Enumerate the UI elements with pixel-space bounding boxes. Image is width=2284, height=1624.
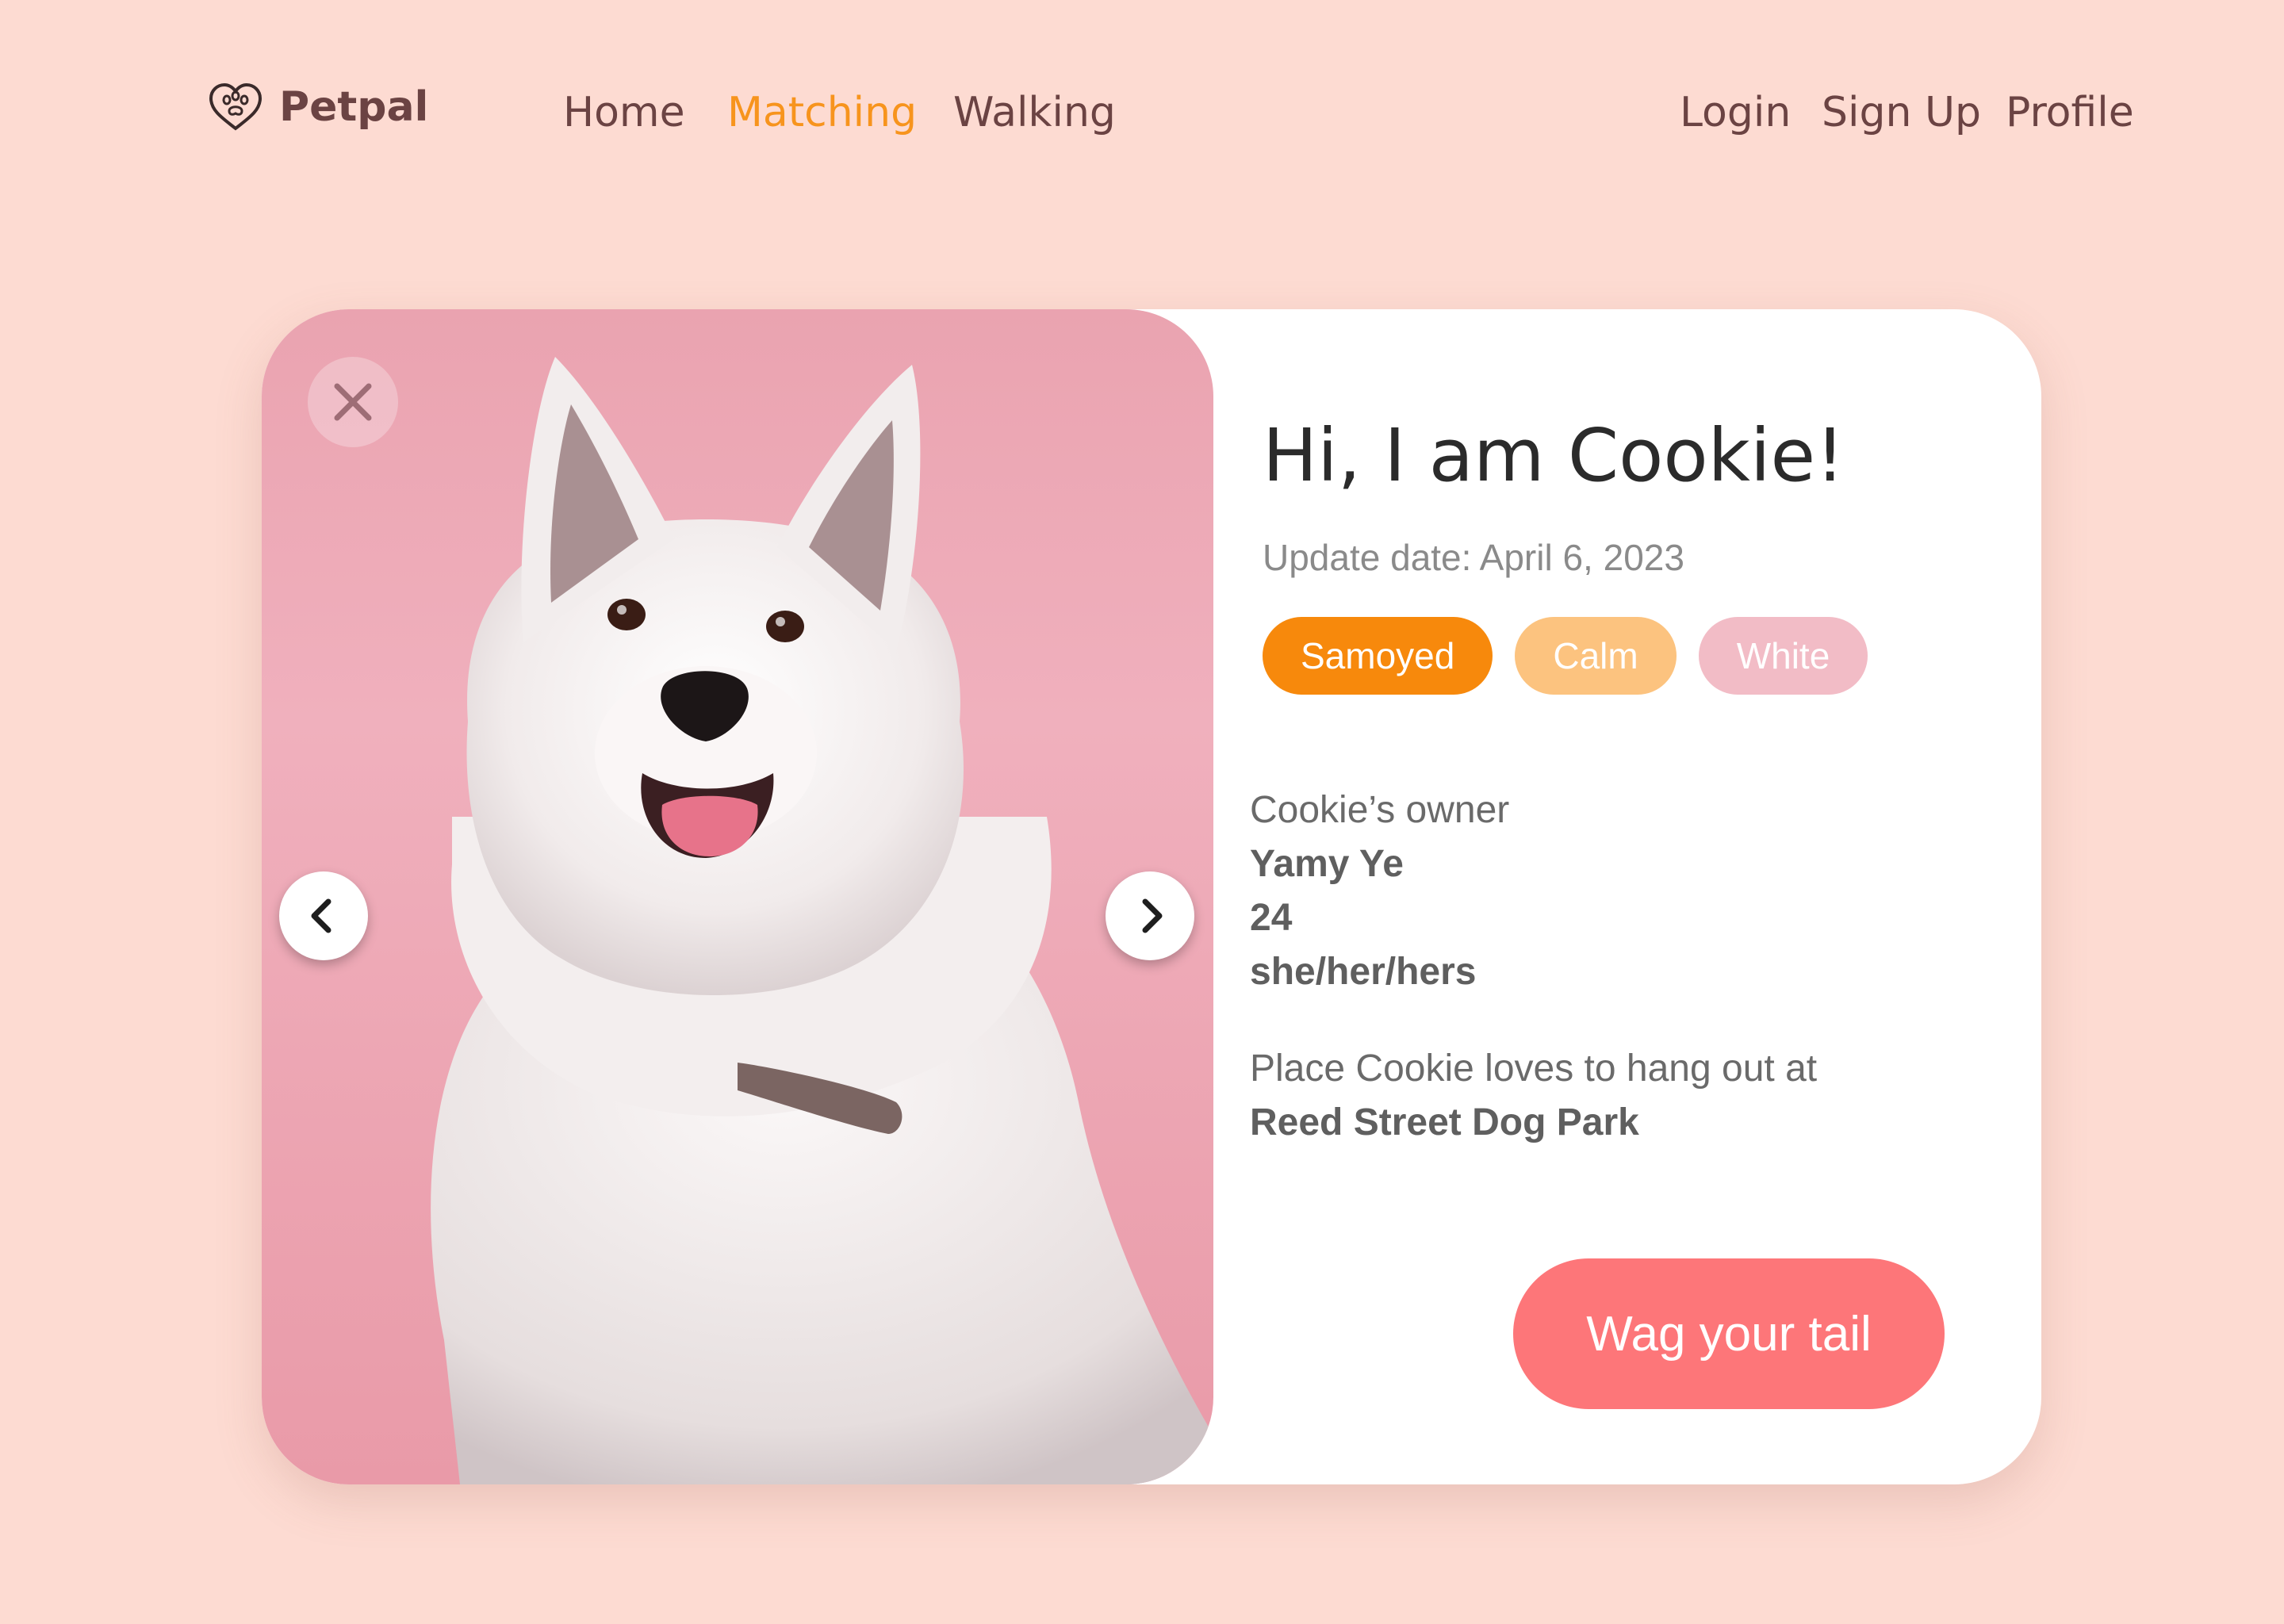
tag-color: White xyxy=(1698,617,1868,695)
brand-logo[interactable]: Petpal xyxy=(208,82,428,132)
next-photo-button[interactable] xyxy=(1106,871,1194,960)
chevron-right-icon xyxy=(1142,898,1163,933)
brand-name: Petpal xyxy=(279,83,429,131)
update-date: Update date: April 6, 2023 xyxy=(1263,537,1684,578)
nav-login-link[interactable]: Login xyxy=(1680,89,1791,136)
nav-walking-link[interactable]: Walking xyxy=(953,89,1116,136)
nav-signup-link[interactable]: Sign Up xyxy=(1822,89,1981,136)
close-button[interactable] xyxy=(308,357,398,447)
tag-temperament: Calm xyxy=(1515,617,1677,695)
paw-heart-icon xyxy=(209,82,263,131)
close-icon xyxy=(334,383,372,421)
tag-breed: Samoyed xyxy=(1263,617,1493,695)
owner-label: Cookie’s owner xyxy=(1250,789,1510,831)
chevron-left-icon xyxy=(311,898,331,933)
pet-profile-card: Hi, I am Cookie! Update date: April 6, 2… xyxy=(262,309,2041,1484)
pet-tags: Samoyed Calm White xyxy=(1263,617,1868,695)
previous-photo-button[interactable] xyxy=(279,871,368,960)
place-label: Place Cookie loves to hang out at xyxy=(1250,1048,1818,1090)
nav-profile-link[interactable]: Profile xyxy=(2006,89,2134,136)
owner-name: Yamy Ye xyxy=(1250,843,1404,885)
nav-matching-link[interactable]: Matching xyxy=(727,89,917,136)
pet-photo xyxy=(262,309,1213,1484)
owner-pronouns: she/her/hers xyxy=(1250,951,1477,993)
pet-greeting: Hi, I am Cookie! xyxy=(1263,413,1845,498)
samoyed-dog-image xyxy=(431,357,1213,1484)
wag-your-tail-button[interactable]: Wag your tail xyxy=(1513,1258,1945,1409)
owner-age: 24 xyxy=(1250,897,1293,939)
nav-home-link[interactable]: Home xyxy=(563,89,685,136)
place-name: Reed Street Dog Park xyxy=(1250,1101,1639,1143)
